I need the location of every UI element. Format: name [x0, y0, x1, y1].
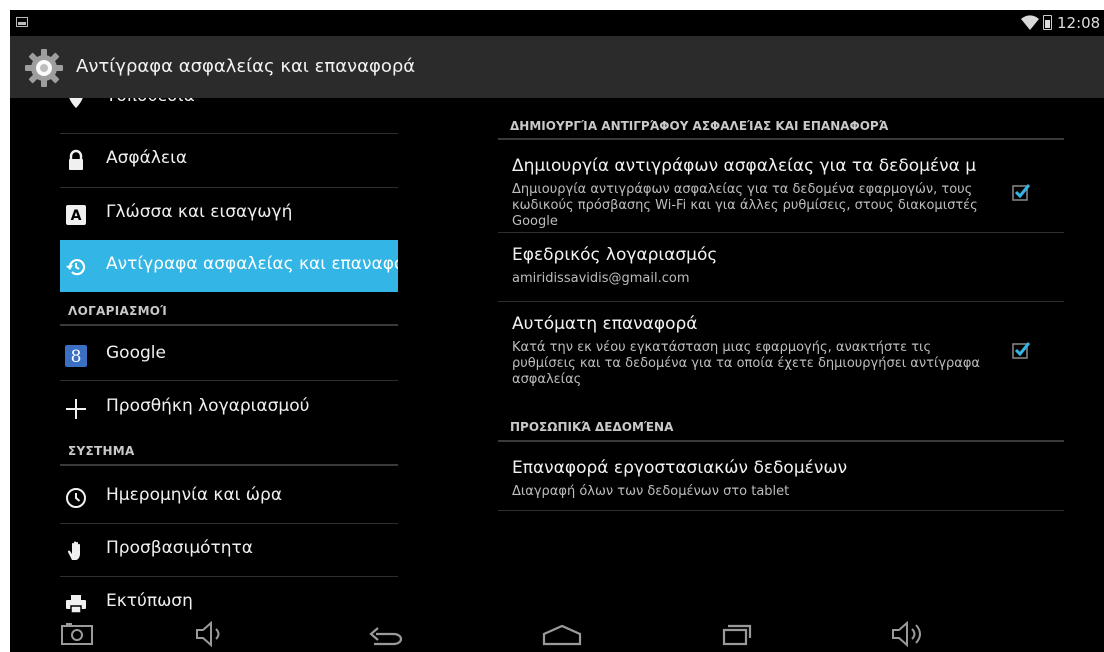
- setting-summary: Διαγραφή όλων των δεδομένων στο tablet: [512, 484, 790, 499]
- sidebar-item-label: Τοποθεσία: [106, 98, 195, 106]
- sidebar-item-add-account[interactable]: Προσθήκη λογαριασμού: [60, 382, 398, 434]
- lock-icon: [69, 149, 83, 170]
- sidebar-item-google[interactable]: 8 Google: [60, 329, 398, 381]
- printer-icon: [66, 595, 86, 614]
- language-icon: A: [66, 205, 86, 225]
- sidebar-item-label: Αντίγραφα ασφαλείας και επαναφορά: [106, 254, 398, 274]
- clock-icon: [66, 488, 86, 508]
- status-time: 12:08: [1057, 14, 1101, 32]
- setting-title: Αυτόματη επαναφορά: [512, 314, 698, 334]
- wifi-icon: [1021, 15, 1039, 30]
- setting-summary: Κατά την εκ νέου εγκατάσταση μιας εφαρμο…: [512, 340, 981, 387]
- page-title: Αντίγραφα ασφαλείας και επαναφορά: [76, 56, 416, 77]
- backup-data-checkbox[interactable]: [1012, 183, 1030, 201]
- status-bar: 12:08: [10, 10, 1104, 36]
- auto-restore-checkbox[interactable]: [1012, 341, 1030, 359]
- section-header-backup-restore: ΔΗΜΙΟΥΡΓΊΑ ΑΝΤΙΓΡΆΦΟΥ ΑΣΦΑΛΕΊΑΣ ΚΑΙ ΕΠΑΝ…: [510, 119, 889, 133]
- sidebar-item-accessibility[interactable]: Προσβασιμότητα: [60, 524, 398, 576]
- setting-summary: Δημιουργία αντιγράφων ασφαλείας για τα δ…: [512, 182, 978, 229]
- section-header-system: ΣΥΣΤΗΜΑ: [68, 444, 135, 458]
- sidebar-item-label: Google: [106, 343, 166, 363]
- volume-up-icon[interactable]: [890, 620, 930, 648]
- sidebar-item-security[interactable]: Ασφάλεια: [60, 134, 398, 186]
- sidebar-item-label: Προσθήκη λογαριασμού: [106, 396, 310, 416]
- settings-categories-pane: Τοποθεσία Ασφάλεια A Γλώσσα και εισαγωγή: [10, 98, 410, 618]
- sidebar-item-date-time[interactable]: Ημερομηνία και ώρα: [60, 471, 398, 523]
- setting-title: Εφεδρικός λογαριασμός: [512, 245, 718, 265]
- battery-icon: [1043, 15, 1052, 30]
- backup-restore-icon: [66, 259, 86, 276]
- divider: [498, 510, 1064, 511]
- home-button-icon[interactable]: [540, 620, 584, 648]
- google-icon: 8: [65, 345, 87, 367]
- sidebar-item-backup-reset[interactable]: Αντίγραφα ασφαλείας και επαναφορά: [60, 240, 398, 292]
- location-icon: [69, 98, 83, 108]
- backup-data-setting[interactable]: Δημιουργία αντιγράφων ασφαλείας για τα δ…: [498, 140, 1064, 232]
- section-header-personal-data: ΠΡΟΣΩΠΙΚΆ ΔΕΔΟΜΈΝΑ: [510, 420, 674, 434]
- divider: [60, 324, 398, 326]
- sidebar-item-location[interactable]: Τοποθεσία: [60, 98, 398, 124]
- factory-reset-setting[interactable]: Επαναφορά εργοστασιακών δεδομένων Διαγρα…: [498, 442, 1064, 510]
- back-button-icon[interactable]: [366, 620, 406, 648]
- recent-apps-button-icon[interactable]: [716, 620, 756, 648]
- backup-reset-detail-pane: ΔΗΜΙΟΥΡΓΊΑ ΑΝΤΙΓΡΆΦΟΥ ΑΣΦΑΛΕΊΑΣ ΚΑΙ ΕΠΑΝ…: [498, 98, 1064, 618]
- navigation-bar: [10, 618, 1104, 652]
- plus-icon: [66, 399, 86, 419]
- screenshot-button-icon[interactable]: [60, 620, 94, 648]
- setting-title: Επαναφορά εργοστασιακών δεδομένων: [512, 458, 848, 478]
- section-header-accounts: ΛΟΓΑΡΙΑΣΜΟΊ: [68, 304, 168, 318]
- svg-text:8: 8: [71, 347, 82, 367]
- svg-text:A: A: [71, 208, 82, 224]
- divider: [60, 380, 398, 381]
- screenshot-notification-icon: [16, 17, 28, 27]
- sidebar-item-label: Ημερομηνία και ώρα: [106, 485, 283, 505]
- sidebar-item-label: Προσβασιμότητα: [106, 538, 253, 558]
- settings-gear-icon[interactable]: [24, 48, 64, 88]
- setting-title: Δημιουργία αντιγράφων ασφαλείας για τα δ…: [512, 156, 977, 176]
- sidebar-item-label: Εκτύπωση: [106, 591, 193, 611]
- sidebar-item-label: Ασφάλεια: [106, 148, 188, 168]
- android-screen: 12:08 Αντίγραφα ασφαλείας και επαναφορά: [10, 10, 1104, 652]
- divider: [60, 464, 398, 466]
- sidebar-item-printing[interactable]: Εκτύπωση: [60, 577, 398, 618]
- setting-summary: amiridissavidis@gmail.com: [512, 271, 690, 286]
- volume-down-icon[interactable]: [194, 620, 228, 648]
- action-bar: Αντίγραφα ασφαλείας και επαναφορά: [10, 36, 1104, 98]
- hand-icon: [67, 541, 80, 560]
- backup-account-setting[interactable]: Εφεδρικός λογαριασμός amiridissavidis@gm…: [498, 233, 1064, 301]
- sidebar-item-language-input[interactable]: A Γλώσσα και εισαγωγή: [60, 188, 398, 240]
- sidebar-item-label: Γλώσσα και εισαγωγή: [106, 202, 293, 222]
- auto-restore-setting[interactable]: Αυτόματη επαναφορά Κατά την εκ νέου εγκα…: [498, 302, 1064, 396]
